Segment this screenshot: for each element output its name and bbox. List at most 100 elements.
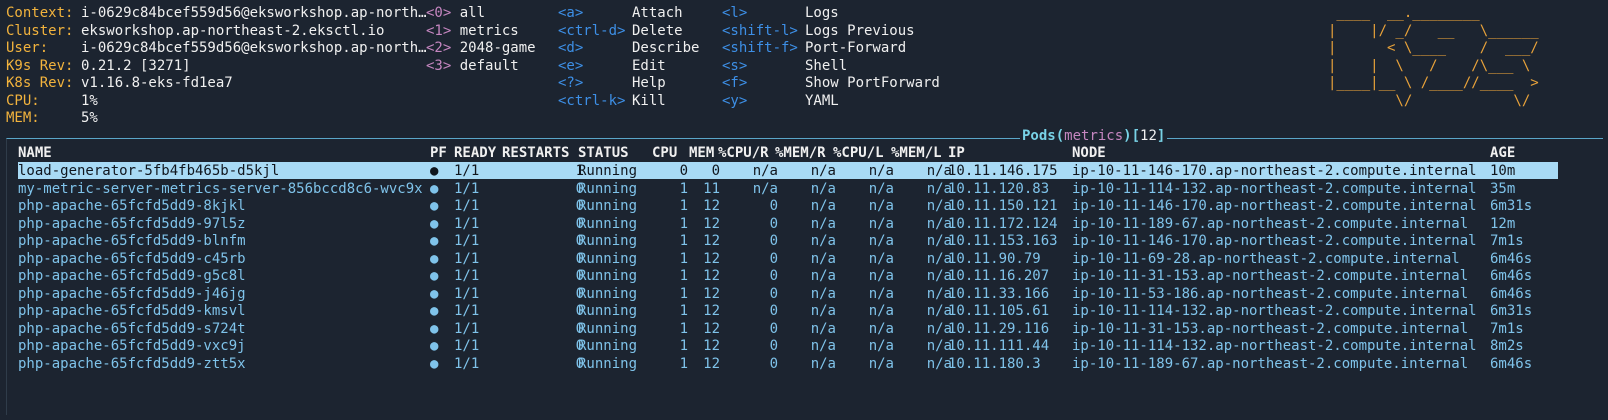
shortcut-key: <l> (722, 5, 748, 21)
cell-pf: ● (430, 250, 439, 267)
cell-pf: ● (430, 268, 439, 284)
shortcut-port-forward[interactable]: Port-Forward (805, 39, 906, 57)
shortcut-show-portforward[interactable]: Show PortForward (805, 74, 940, 92)
cell-restarts: 0 (575, 250, 584, 267)
column-header-mem-l[interactable]: %MEM/L (891, 144, 942, 162)
cell-node: ip-10-11-189-67.ap-northeast-2.compute.i… (1072, 355, 1469, 372)
cell-restarts: 0 (575, 233, 584, 249)
column-header-cpu-l[interactable]: %CPU/L (833, 144, 884, 162)
k8s-rev-value: v1.16.8-eks-fd1ea7 (81, 75, 233, 91)
cell-name: load-generator-5fb4fb465b-d5kjl (18, 163, 280, 179)
cell-cpu-l: n/a (868, 303, 894, 319)
shortcut-logs[interactable]: Logs (805, 4, 839, 22)
cell-name: my-metric-server-metrics-server-856bccd8… (18, 180, 423, 197)
cell-cpu-l: n/a (868, 355, 894, 372)
namespace-name: metrics (459, 23, 519, 39)
cell-age: 7m1s (1490, 320, 1524, 337)
column-header-ip[interactable]: IP (948, 144, 965, 162)
table-row[interactable]: php-apache-65fcfd5dd9-vxc9j ● 1/1 0 Running 1… (18, 337, 1558, 354)
shortcut-key: <ctrl-d> (558, 23, 626, 39)
cell-restarts: 0 (575, 198, 584, 214)
cell-status: Running (578, 163, 638, 179)
cell-pf: ● (430, 180, 439, 197)
namespace-item-metrics[interactable]: <1> metrics (426, 22, 519, 40)
shortcut-help[interactable]: Help (632, 74, 666, 92)
cell-mem-r: n/a (810, 355, 836, 372)
table-row[interactable]: php-apache-65fcfd5dd9-kmsvl ● 1/1 0 Running 1… (18, 302, 1558, 319)
mem-label: MEM: (6, 110, 40, 126)
table-row[interactable]: php-apache-65fcfd5dd9-s724t ● 1/1 0 Running 1… (18, 320, 1558, 337)
cell-cpu: 1 (679, 250, 688, 267)
shortcut-kill[interactable]: Kill (632, 92, 666, 110)
cell-mem: 12 (703, 320, 720, 337)
cell-cpu: 1 (679, 268, 688, 284)
table-row[interactable]: php-apache-65fcfd5dd9-blnfm ● 1/1 0 Running 1… (18, 232, 1558, 249)
cell-mem-l: n/a (926, 180, 952, 197)
cell-ip: 10.11.153.163 (948, 233, 1058, 249)
column-header-pf[interactable]: PF (430, 144, 447, 162)
cell-name: php-apache-65fcfd5dd9-vxc9j (18, 338, 246, 354)
cell-mem-l: n/a (926, 285, 952, 302)
shortcut-key: <f> (722, 75, 748, 91)
shortcut-describe[interactable]: Describe (632, 39, 699, 57)
cell-status: Running (578, 233, 638, 249)
namespace-item-2048-game[interactable]: <2> 2048-game (426, 39, 536, 57)
cell-name: php-apache-65fcfd5dd9-blnfm (18, 233, 246, 249)
table-row[interactable]: php-apache-65fcfd5dd9-97l5z ● 1/1 0 Running 1… (18, 215, 1558, 232)
shortcut-shell[interactable]: Shell (805, 57, 847, 75)
logo-line: ____ __.________ (1328, 5, 1539, 21)
cell-restarts: 0 (575, 215, 584, 232)
cell-restarts: 0 (575, 180, 584, 197)
logo-line: | | \ / /\___ \ (1328, 58, 1539, 74)
table-row[interactable]: php-apache-65fcfd5dd9-ztt5x ● 1/1 0 Running 1… (18, 355, 1558, 372)
shortcut-yaml[interactable]: YAML (805, 92, 839, 110)
shortcut-attach[interactable]: Attach (632, 4, 683, 22)
table-row[interactable]: my-metric-server-metrics-server-856bccd8… (18, 180, 1558, 197)
cell-node: ip-10-11-31-153.ap-northeast-2.compute.i… (1072, 268, 1469, 284)
column-header-cpu[interactable]: CPU (652, 144, 677, 162)
table-row[interactable]: php-apache-65fcfd5dd9-c45rb ● 1/1 0 Running 1… (18, 250, 1558, 267)
column-header-mem[interactable]: MEM (689, 144, 714, 162)
table-row[interactable]: php-apache-65fcfd5dd9-8kjkl ● 1/1 0 Running 1… (18, 197, 1558, 214)
column-header-mem-r[interactable]: %MEM/R (775, 144, 826, 162)
table-row[interactable]: php-apache-65fcfd5dd9-j46jg ● 1/1 0 Running 1… (18, 285, 1558, 302)
shortcut-logs-previous[interactable]: Logs Previous (805, 22, 915, 40)
k8s-rev-label: K8s Rev: (6, 75, 74, 91)
table-row[interactable]: load-generator-5fb4fb465b-d5kjl ● 1/1 1 Runn… (18, 162, 1558, 179)
cell-cpu: 0 (679, 163, 688, 179)
shortcut-delete[interactable]: Delete (632, 22, 683, 40)
table-row[interactable]: php-apache-65fcfd5dd9-g5c8l ● 1/1 0 Running 1… (18, 267, 1558, 284)
cell-mem: 12 (703, 355, 720, 372)
cluster-label: Cluster: (6, 23, 74, 39)
cell-ready: 1/1 (454, 163, 480, 179)
column-header-name[interactable]: NAME (18, 144, 52, 162)
cell-cpu-l: n/a (868, 320, 894, 337)
cell-restarts: 0 (575, 355, 584, 372)
cell-cpu: 1 (679, 233, 688, 249)
cell-ready: 1/1 (454, 215, 480, 232)
cell-mem-l: n/a (926, 215, 952, 232)
column-header-age[interactable]: AGE (1490, 144, 1515, 162)
cell-status: Running (578, 355, 638, 372)
shortcut-key: <ctrl-k> (558, 93, 626, 109)
cell-mem: 12 (703, 338, 720, 354)
shortcut-edit[interactable]: Edit (632, 57, 666, 75)
cell-mem-l: n/a (926, 320, 952, 337)
column-header-restarts[interactable]: RESTARTS (502, 144, 569, 162)
namespace-item-all[interactable]: <0> all (426, 4, 485, 22)
cell-status: Running (578, 198, 638, 214)
cell-node: ip-10-11-69-28.ap-northeast-2.compute.in… (1072, 250, 1460, 267)
namespace-item-default[interactable]: <3> default (426, 57, 519, 75)
cell-restarts: 0 (575, 268, 584, 284)
column-header-status[interactable]: STATUS (578, 144, 629, 162)
cell-cpu: 1 (679, 180, 688, 197)
column-header-node[interactable]: NODE (1072, 144, 1106, 162)
cell-cpu: 1 (679, 198, 688, 214)
column-header-ready[interactable]: READY (454, 144, 496, 162)
cell-cpu-r: 0 (769, 198, 778, 214)
logo-line: |____|__ \ /____//____ > (1328, 75, 1539, 91)
cell-ip: 10.11.150.121 (948, 198, 1058, 214)
context-row: Context: (6, 4, 73, 22)
logo-line: \/ \/ (1328, 93, 1539, 109)
column-header-cpu-r[interactable]: %CPU/R (718, 144, 769, 162)
